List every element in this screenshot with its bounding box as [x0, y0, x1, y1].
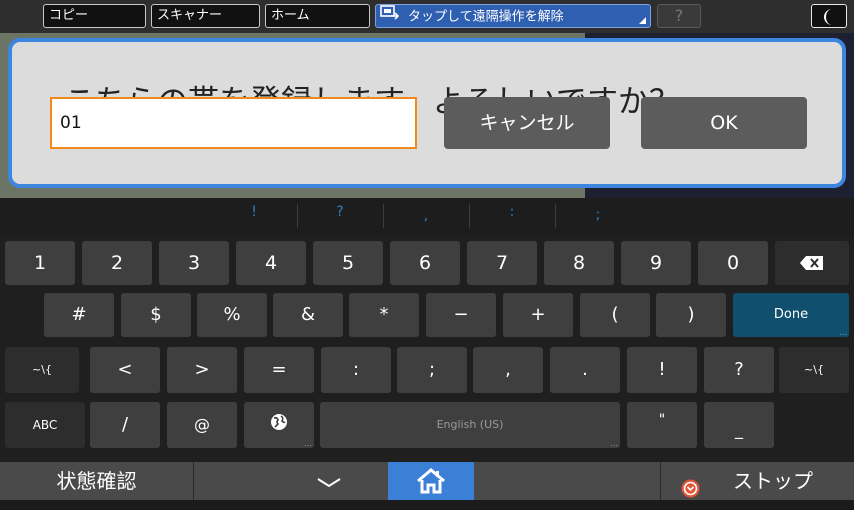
key-open-paren[interactable]: (	[580, 293, 650, 337]
key-at[interactable]: @	[167, 402, 237, 448]
release-remote-button[interactable]: タップして遠隔操作を解除	[375, 4, 651, 28]
key-5[interactable]: 5	[313, 241, 383, 285]
key-plus[interactable]: +	[503, 293, 573, 337]
key-9[interactable]: 9	[621, 241, 691, 285]
remote-label: タップして遠隔操作を解除	[408, 9, 564, 25]
key-semicolon[interactable]: ;	[397, 347, 467, 393]
language-key[interactable]: ...	[244, 402, 314, 448]
bottom-bar: 状態確認 ストップ	[0, 462, 854, 500]
backspace-icon	[800, 255, 824, 274]
scanner-tab[interactable]: スキャナー	[151, 4, 260, 28]
globe-icon	[270, 414, 288, 435]
cancel-button[interactable]: キャンセル	[444, 97, 610, 149]
key-3[interactable]: 3	[159, 241, 229, 285]
key-hash[interactable]: #	[44, 293, 114, 337]
backspace-key[interactable]	[775, 241, 849, 285]
help-button[interactable]: ?	[657, 4, 701, 28]
key-quote[interactable]: "	[627, 402, 697, 448]
key-period[interactable]: .	[550, 347, 620, 393]
key-more-symbols-right[interactable]: ~\{	[779, 347, 849, 393]
key-equals[interactable]: =	[244, 347, 314, 393]
space-key[interactable]: English (US)...	[320, 402, 620, 448]
key-exclamation[interactable]: !	[627, 347, 697, 393]
suggestion-item[interactable]: ?	[297, 204, 383, 220]
key-7[interactable]: 7	[467, 241, 537, 285]
suggestion-strip: ! ? , : ;	[0, 198, 854, 236]
collapse-keyboard-button[interactable]	[280, 462, 378, 500]
key-minus[interactable]: −	[426, 293, 496, 337]
key-percent[interactable]: %	[197, 293, 267, 337]
abc-key[interactable]: ABC	[5, 402, 85, 448]
suggestion-item[interactable]: !	[211, 204, 297, 220]
home-button[interactable]	[388, 462, 474, 500]
key-comma[interactable]: ,	[473, 347, 543, 393]
suggestion-item[interactable]: ,	[383, 208, 469, 224]
moon-icon	[822, 9, 836, 30]
done-key[interactable]: Done...	[733, 293, 849, 337]
key-6[interactable]: 6	[390, 241, 460, 285]
copy-tab[interactable]: コピー	[43, 4, 146, 28]
key-8[interactable]: 8	[544, 241, 614, 285]
corner-indicator	[639, 17, 646, 24]
key-slash[interactable]: /	[90, 402, 160, 448]
stop-label: ストップ	[733, 469, 813, 493]
key-dollar[interactable]: $	[121, 293, 191, 337]
space-label: English (US)	[436, 418, 504, 431]
key-2[interactable]: 2	[82, 241, 152, 285]
key-question[interactable]: ?	[704, 347, 774, 393]
key-asterisk[interactable]: *	[349, 293, 419, 337]
suggestion-item[interactable]: :	[469, 204, 555, 220]
remote-control-icon	[380, 5, 400, 29]
top-bar: コピー スキャナー ホーム タップして遠隔操作を解除 ?	[0, 0, 854, 33]
status-check-button[interactable]: 状態確認	[0, 462, 194, 500]
on-screen-keyboard: 1 2 3 4 5 6 7 8 9 0 # $ % & * − + ( ) Do…	[0, 236, 854, 462]
key-1[interactable]: 1	[5, 241, 75, 285]
key-0[interactable]: 0	[698, 241, 768, 285]
ok-button[interactable]: OK	[641, 97, 807, 149]
home-tab[interactable]: ホーム	[265, 4, 370, 28]
key-less-than[interactable]: <	[90, 347, 160, 393]
done-label: Done	[773, 307, 809, 322]
suggestion-item[interactable]: ;	[555, 207, 641, 223]
stop-button[interactable]: ストップ	[660, 462, 854, 500]
energy-saver-button[interactable]	[811, 4, 847, 28]
key-more-symbols-left[interactable]: ~\{	[5, 347, 79, 393]
text-input[interactable]: 01	[50, 97, 417, 149]
chevron-down-icon	[317, 473, 341, 492]
key-underscore[interactable]: _	[704, 402, 774, 448]
key-ampersand[interactable]: &	[273, 293, 343, 337]
confirm-dialog: こちらの帯を登録します。よろしいですか？ 01 キャンセル OK	[8, 38, 846, 188]
stop-icon	[681, 472, 700, 510]
key-greater-than[interactable]: >	[167, 347, 237, 393]
key-close-paren[interactable]: )	[656, 293, 726, 337]
key-colon[interactable]: :	[321, 347, 391, 393]
key-4[interactable]: 4	[236, 241, 306, 285]
